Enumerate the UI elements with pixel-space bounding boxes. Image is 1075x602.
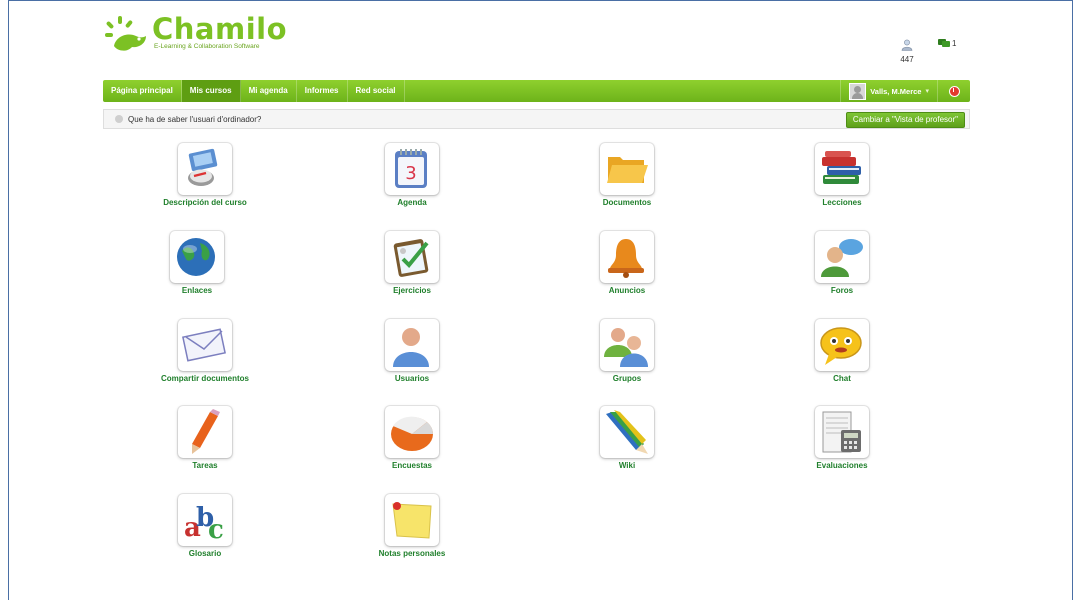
user-icon bbox=[385, 319, 439, 371]
tool-users[interactable]: Usuarios bbox=[337, 319, 487, 383]
logout-button[interactable] bbox=[937, 80, 970, 102]
tool-label: Compartir documentos bbox=[160, 374, 249, 383]
tool-documents[interactable]: Documentos bbox=[552, 143, 702, 207]
exercise-check-icon bbox=[385, 231, 439, 283]
users-online-icon bbox=[901, 39, 913, 51]
logo-name: Chamilo bbox=[152, 12, 288, 46]
tool-label: Tareas bbox=[192, 461, 218, 470]
tool-wiki[interactable]: Wiki bbox=[552, 406, 702, 470]
nav-item-social-network[interactable]: Red social bbox=[348, 80, 405, 102]
tool-exercises[interactable]: Ejercicios bbox=[337, 231, 487, 295]
avatar bbox=[849, 82, 867, 100]
tool-label: Anuncios bbox=[608, 286, 646, 295]
user-name: Valls, M.Merce bbox=[870, 86, 922, 96]
tool-course-description[interactable]: Descripción del curso bbox=[130, 143, 280, 207]
books-icon bbox=[815, 143, 869, 195]
svg-text:3: 3 bbox=[405, 163, 416, 184]
folder-icon bbox=[600, 143, 654, 195]
tool-agenda[interactable]: 3 Agenda bbox=[337, 143, 487, 207]
tool-label: Evaluaciones bbox=[816, 461, 868, 470]
course-description-icon bbox=[178, 143, 232, 195]
note-icon bbox=[385, 494, 439, 546]
tool-label: Ejercicios bbox=[393, 286, 431, 295]
calendar-icon: 3 bbox=[385, 143, 439, 195]
nav-item-home[interactable]: Página principal bbox=[103, 80, 182, 102]
tool-lessons[interactable]: Lecciones bbox=[767, 143, 917, 207]
pencil-icon bbox=[178, 406, 232, 458]
user-menu[interactable]: Valls, M.Merce ▾ bbox=[840, 80, 937, 102]
tool-label: Glosario bbox=[188, 549, 222, 558]
chat-count: 1 bbox=[952, 38, 957, 48]
envelope-icon bbox=[178, 319, 232, 371]
tool-chat[interactable]: Chat bbox=[767, 319, 917, 383]
chat-status-button[interactable]: 1 bbox=[938, 38, 956, 48]
tool-label: Descripción del curso bbox=[163, 198, 247, 207]
power-icon bbox=[948, 85, 960, 97]
tool-glossary[interactable]: a b c Glosario bbox=[130, 494, 280, 558]
tool-assignments[interactable]: Tareas bbox=[130, 406, 280, 470]
group-icon bbox=[600, 319, 654, 371]
tool-label: Agenda bbox=[397, 198, 427, 207]
tool-label: Documentos bbox=[602, 198, 652, 207]
tool-label: Enlaces bbox=[181, 286, 213, 295]
svg-text:c: c bbox=[208, 515, 224, 544]
tool-links[interactable]: Enlaces bbox=[122, 231, 272, 295]
tool-personal-notes[interactable]: Notas personales bbox=[337, 494, 487, 558]
tool-surveys[interactable]: Encuestas bbox=[337, 406, 487, 470]
switch-teacher-view-button[interactable]: Cambiar a "Vista de profesor" bbox=[845, 112, 965, 128]
course-home-icon bbox=[115, 115, 123, 123]
tool-gradebook[interactable]: Evaluaciones bbox=[767, 406, 917, 470]
tool-groups[interactable]: Grupos bbox=[552, 319, 702, 383]
tool-share-documents[interactable]: Compartir documentos bbox=[130, 319, 280, 383]
gradebook-icon bbox=[815, 406, 869, 458]
tool-label: Lecciones bbox=[822, 198, 862, 207]
chat-status-icon bbox=[938, 39, 950, 47]
users-online-button[interactable]: 447 bbox=[898, 38, 916, 64]
bell-icon bbox=[600, 231, 654, 283]
chamilo-logo[interactable]: Chamilo E-Learning & Collaboration Softw… bbox=[104, 14, 287, 54]
chat-icon bbox=[815, 319, 869, 371]
nav-item-my-agenda[interactable]: Mi agenda bbox=[241, 80, 297, 102]
tool-label: Foros bbox=[830, 286, 854, 295]
wiki-pencils-icon bbox=[600, 406, 654, 458]
nav-item-my-courses[interactable]: Mis cursos bbox=[181, 80, 241, 102]
tool-label: Grupos bbox=[612, 374, 642, 383]
forum-icon bbox=[815, 231, 869, 283]
tool-label: Encuestas bbox=[391, 461, 433, 470]
course-title-link[interactable]: Que ha de saber l'usuari d'ordinador? bbox=[128, 115, 261, 124]
glossary-abc-icon: a b c bbox=[178, 494, 232, 546]
chamilo-chameleon-icon bbox=[104, 14, 148, 54]
survey-pie-icon bbox=[385, 406, 439, 458]
nav-item-reports[interactable]: Informes bbox=[297, 80, 348, 102]
tool-label: Wiki bbox=[618, 461, 636, 470]
users-online-count: 447 bbox=[900, 55, 914, 64]
tool-announcements[interactable]: Anuncios bbox=[552, 231, 702, 295]
tool-label: Usuarios bbox=[394, 374, 430, 383]
globe-icon bbox=[170, 231, 224, 283]
tool-label: Notas personales bbox=[378, 549, 446, 558]
chevron-down-icon: ▾ bbox=[925, 88, 929, 95]
course-breadcrumb-bar: Que ha de saber l'usuari d'ordinador? Ca… bbox=[103, 109, 970, 129]
main-nav: Página principal Mis cursos Mi agenda In… bbox=[103, 80, 970, 102]
tool-forums[interactable]: Foros bbox=[767, 231, 917, 295]
tool-label: Chat bbox=[833, 374, 851, 383]
